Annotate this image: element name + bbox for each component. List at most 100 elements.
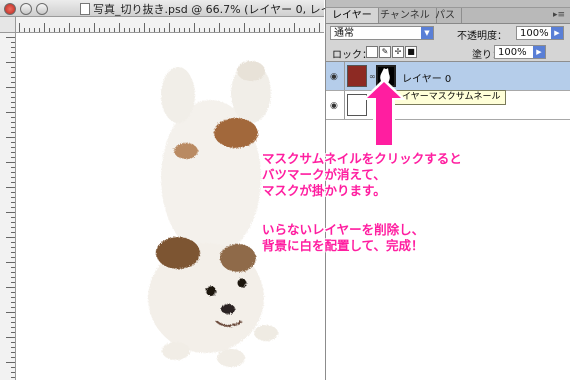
ruler-tick bbox=[299, 28, 300, 32]
ruler-tick bbox=[259, 28, 260, 32]
layer-thumbnail[interactable] bbox=[347, 65, 367, 87]
ruler-tick bbox=[169, 23, 170, 32]
minimize-window-button[interactable] bbox=[20, 3, 32, 15]
close-window-button[interactable] bbox=[4, 3, 16, 15]
ruler-tick bbox=[11, 252, 15, 253]
lock-image-icon[interactable]: ✎ bbox=[379, 46, 391, 58]
fill-input[interactable]: 100% ▶ bbox=[494, 45, 546, 59]
ruler-tick bbox=[6, 162, 15, 163]
ruler-tick bbox=[154, 28, 155, 32]
ruler-tick bbox=[11, 97, 15, 98]
ruler-tick bbox=[6, 187, 15, 188]
lock-all-icon[interactable]: ■ bbox=[405, 46, 417, 58]
lock-transparent-icon[interactable] bbox=[366, 46, 378, 58]
layer-name[interactable]: レイヤー 0 bbox=[402, 70, 451, 85]
ruler-tick bbox=[11, 297, 15, 298]
ruler-tick bbox=[294, 23, 295, 32]
ruler-tick bbox=[11, 142, 15, 143]
ruler-tick bbox=[11, 317, 15, 318]
ruler-tick bbox=[11, 247, 15, 248]
ruler-tick bbox=[279, 28, 280, 32]
ruler-tick bbox=[124, 28, 125, 32]
ruler-tick bbox=[11, 242, 15, 243]
ruler-tick bbox=[229, 28, 230, 32]
ruler-tick bbox=[274, 28, 275, 32]
panel-header-bar[interactable] bbox=[326, 0, 570, 8]
ruler-tick bbox=[49, 28, 50, 32]
blend-mode-value: 通常 bbox=[334, 28, 354, 39]
ruler-tick bbox=[104, 28, 105, 32]
ruler-tick bbox=[284, 28, 285, 32]
ruler-origin[interactable] bbox=[0, 17, 16, 33]
annotation-line: バツマークが消えて、 bbox=[262, 167, 386, 182]
ruler-tick bbox=[11, 72, 15, 73]
ruler-tick bbox=[11, 132, 15, 133]
annotation-line: 背景に白を配置して、完成！ bbox=[262, 238, 424, 253]
ruler-tick bbox=[6, 262, 15, 263]
ruler-tick bbox=[6, 287, 15, 288]
ruler-tick bbox=[11, 177, 15, 178]
ruler-tick bbox=[11, 347, 15, 348]
tab-paths[interactable]: パス bbox=[429, 8, 462, 23]
ruler-tick bbox=[134, 28, 135, 32]
visibility-toggle[interactable]: ◉ bbox=[326, 91, 345, 119]
ruler-tick bbox=[69, 23, 70, 32]
ruler-tick bbox=[6, 337, 15, 338]
ruler-tick bbox=[64, 28, 65, 32]
annotation-text-1: マスクサムネイルをクリックすると バツマークが消えて、 マスクが掛かります。 bbox=[262, 151, 462, 199]
ruler-tick bbox=[11, 372, 15, 373]
document-canvas[interactable] bbox=[16, 33, 324, 380]
ruler-tick bbox=[6, 362, 15, 363]
ruler-tick bbox=[129, 28, 130, 32]
annotation-line: いらないレイヤーを削除し、 bbox=[262, 222, 425, 237]
eye-icon: ◉ bbox=[330, 72, 338, 82]
ruler-tick bbox=[19, 23, 20, 32]
ruler-tick bbox=[204, 28, 205, 32]
lock-position-icon[interactable]: ✢ bbox=[392, 46, 404, 58]
annotation-line: マスクが掛かります。 bbox=[262, 183, 386, 198]
ruler-tick bbox=[11, 342, 15, 343]
ruler-tick bbox=[6, 312, 15, 313]
ruler-tick bbox=[11, 272, 15, 273]
document-title: 写真_切り抜き.psd @ 66.7% (レイヤー 0, レイヤー bbox=[93, 3, 354, 16]
ruler-tick bbox=[11, 47, 15, 48]
opacity-input[interactable]: 100% ▶ bbox=[516, 26, 564, 40]
annotation-line: マスクサムネイルをクリックすると bbox=[262, 151, 462, 166]
ruler-tick bbox=[224, 28, 225, 32]
ruler-tick bbox=[11, 282, 15, 283]
ruler-tick bbox=[11, 227, 15, 228]
layer-thumbnail[interactable] bbox=[347, 94, 367, 116]
ruler-tick bbox=[269, 23, 270, 32]
ruler-tick bbox=[184, 28, 185, 32]
layer-row-0[interactable]: ◉ ∞ レイヤー 0 bbox=[326, 62, 570, 91]
document-title-bar: 写真_切り抜き.psd @ 66.7% (レイヤー 0, レイヤー bbox=[0, 0, 353, 17]
horizontal-ruler[interactable] bbox=[15, 17, 324, 33]
ruler-tick bbox=[11, 277, 15, 278]
tab-channels[interactable]: チャンネル bbox=[374, 8, 437, 23]
layer-mask-thumbnail[interactable] bbox=[376, 65, 396, 87]
ruler-tick bbox=[11, 117, 15, 118]
ruler-tick bbox=[114, 28, 115, 32]
visibility-toggle[interactable]: ◉ bbox=[326, 62, 345, 90]
ruler-tick bbox=[54, 28, 55, 32]
panel-menu-icon[interactable]: ▸≡ bbox=[553, 10, 565, 20]
link-icon[interactable]: ∞ bbox=[369, 72, 376, 81]
ruler-tick bbox=[11, 57, 15, 58]
zoom-window-button[interactable] bbox=[36, 3, 48, 15]
tab-layers[interactable]: レイヤー bbox=[326, 8, 379, 23]
ruler-tick bbox=[234, 28, 235, 32]
ruler-tick bbox=[79, 28, 80, 32]
ruler-tick bbox=[74, 28, 75, 32]
ruler-tick bbox=[119, 23, 120, 32]
ruler-tick bbox=[34, 28, 35, 32]
ruler-tick bbox=[11, 202, 15, 203]
ruler-tick bbox=[99, 28, 100, 32]
ruler-tick bbox=[304, 28, 305, 32]
ruler-tick bbox=[84, 28, 85, 32]
ruler-tick bbox=[11, 222, 15, 223]
vertical-ruler[interactable] bbox=[0, 17, 16, 380]
chevron-down-icon: ▼ bbox=[421, 27, 433, 39]
blend-mode-select[interactable]: 通常 ▼ bbox=[330, 26, 434, 40]
chevron-down-icon: ▶ bbox=[551, 27, 563, 39]
ruler-tick bbox=[94, 23, 95, 32]
